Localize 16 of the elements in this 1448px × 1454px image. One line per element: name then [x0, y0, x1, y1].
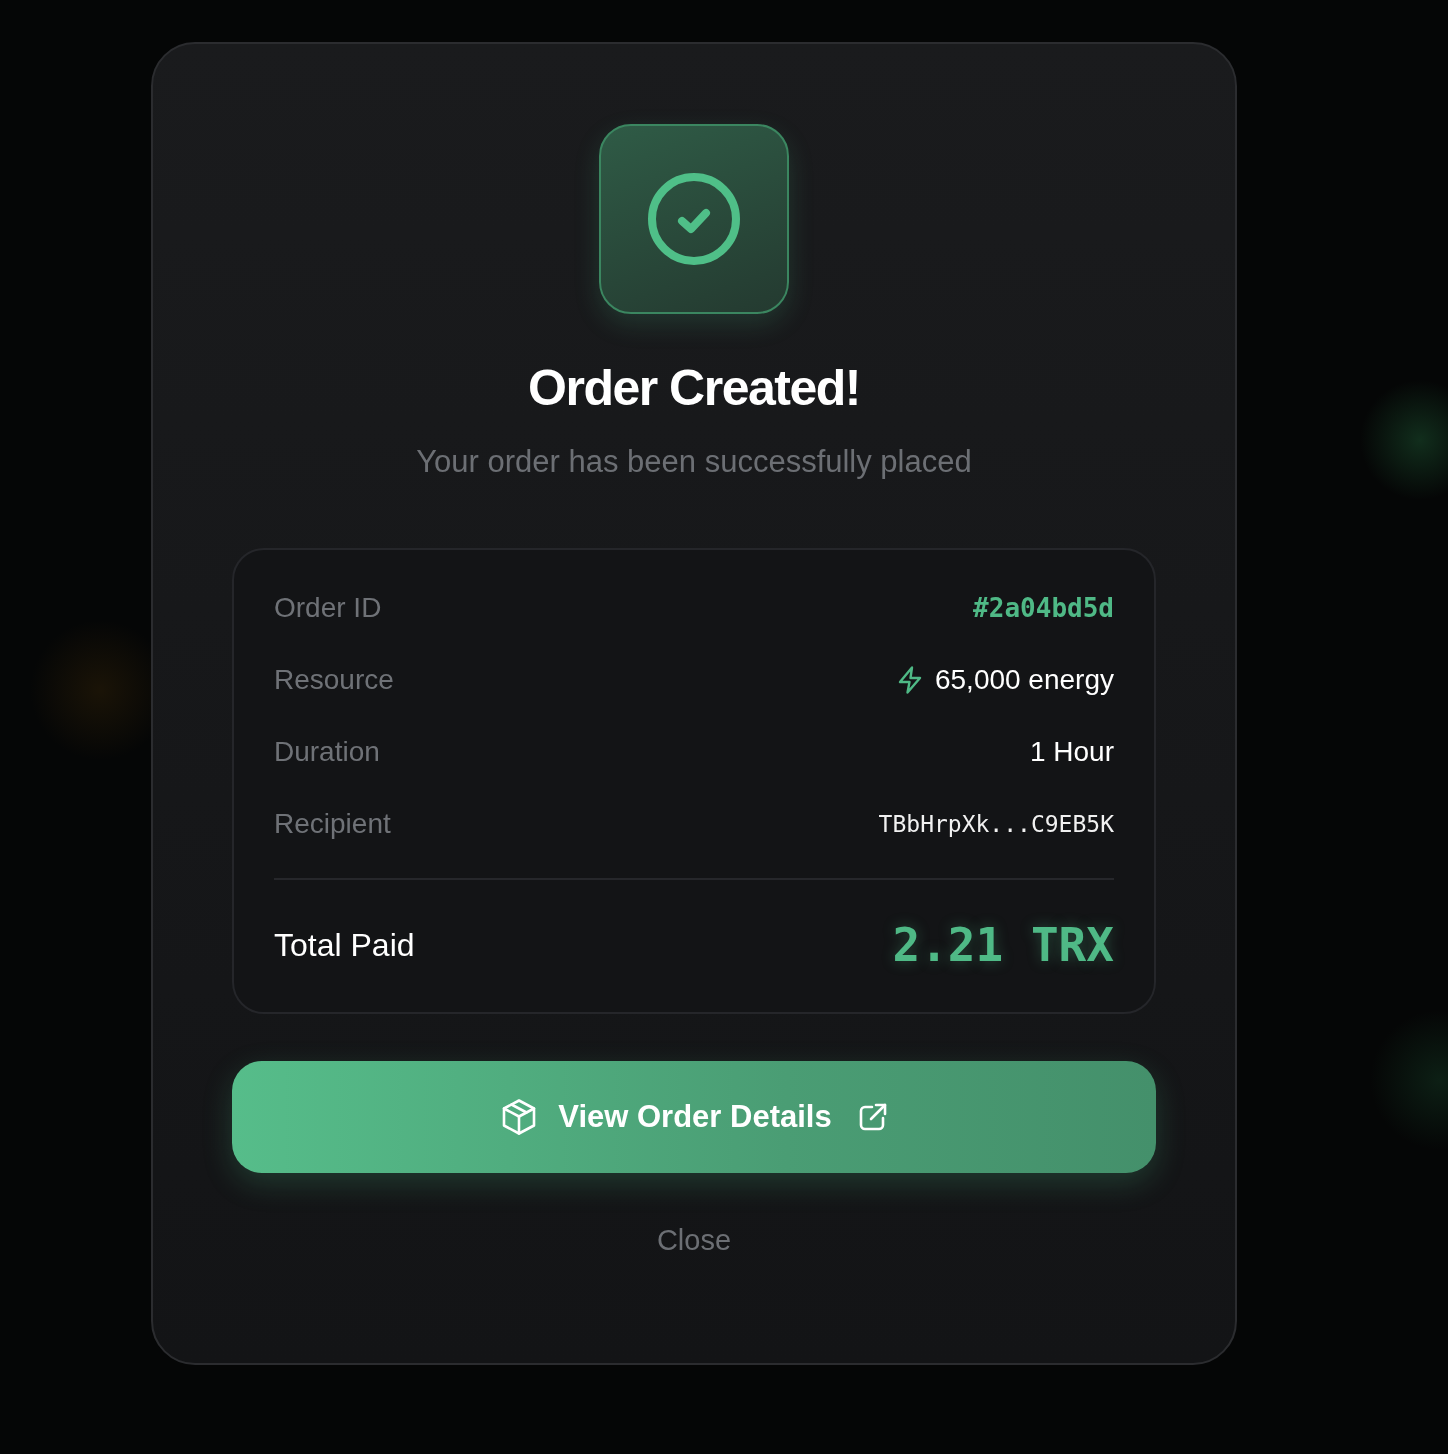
total-amount: 2.21 TRX — [892, 918, 1114, 972]
detail-value: #2a04bd5d — [973, 593, 1114, 623]
detail-label: Duration — [274, 736, 380, 768]
total-label: Total Paid — [274, 926, 415, 964]
lightning-icon — [896, 666, 923, 694]
dialog-title: Order Created! — [528, 359, 860, 418]
dialog-subtitle: Your order has been successfully placed — [416, 443, 972, 481]
close-button[interactable]: Close — [656, 1221, 732, 1259]
detail-value: TBbHrpXk...C9EB5K — [878, 811, 1114, 837]
view-order-details-button[interactable]: View Order Details — [232, 1061, 1156, 1173]
external-link-icon — [857, 1102, 888, 1132]
detail-label: Recipient — [274, 808, 391, 840]
detail-label: Order ID — [274, 592, 382, 624]
detail-value: 1 Hour — [1029, 736, 1114, 768]
detail-label: Resource — [274, 664, 394, 696]
detail-value: 65,000 energy — [934, 664, 1114, 696]
